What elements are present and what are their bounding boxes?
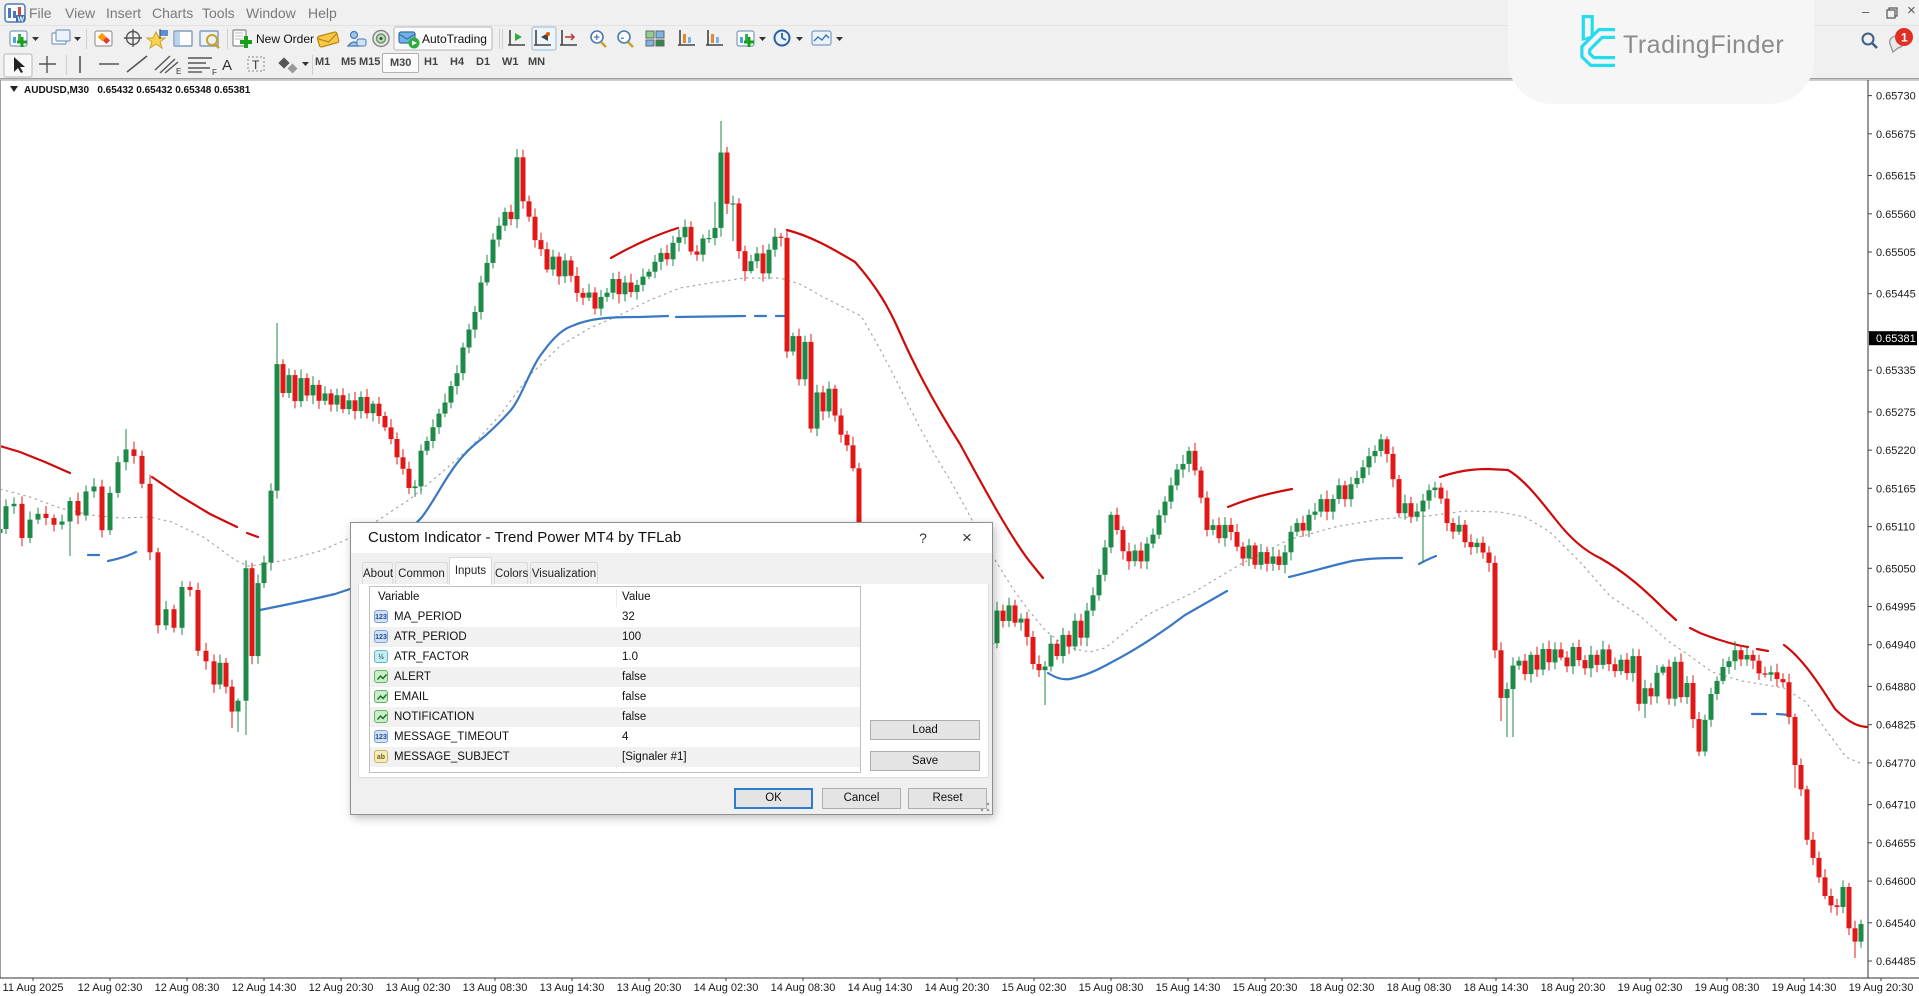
svg-text:New Order: New Order (256, 32, 314, 46)
svg-text:0.64540: 0.64540 (1876, 918, 1916, 930)
svg-text:12 Aug 14:30: 12 Aug 14:30 (232, 982, 297, 994)
svg-text:14 Aug 08:30: 14 Aug 08:30 (771, 982, 836, 994)
svg-text:0.64995: 0.64995 (1876, 602, 1916, 614)
svg-text:12 Aug 08:30: 12 Aug 08:30 (155, 982, 220, 994)
svg-text:18 Aug 14:30: 18 Aug 14:30 (1464, 982, 1529, 994)
svg-text:0.65730: 0.65730 (1876, 91, 1916, 103)
svg-text:19 Aug 20:30: 19 Aug 20:30 (1849, 982, 1914, 994)
svg-text:F: F (212, 68, 217, 77)
svg-text:13 Aug 02:30: 13 Aug 02:30 (386, 982, 451, 994)
svg-text:15 Aug 02:30: 15 Aug 02:30 (1002, 982, 1067, 994)
svg-text:E: E (176, 67, 181, 76)
svg-text:A: A (222, 57, 232, 74)
svg-text:15 Aug 20:30: 15 Aug 20:30 (1233, 982, 1298, 994)
svg-text:0.64880: 0.64880 (1876, 681, 1916, 693)
svg-text:0.65445: 0.65445 (1876, 289, 1916, 301)
svg-text:0.64770: 0.64770 (1876, 758, 1916, 770)
svg-text:12 Aug 20:30: 12 Aug 20:30 (309, 982, 374, 994)
svg-text:1: 1 (1901, 31, 1908, 45)
svg-text:+: + (594, 32, 600, 44)
svg-text:0.64600: 0.64600 (1876, 876, 1916, 888)
svg-text:T: T (252, 58, 260, 72)
svg-text:12 Aug 02:30: 12 Aug 02:30 (78, 982, 143, 994)
svg-text:TradingFinder: TradingFinder (1623, 31, 1784, 59)
svg-text:15 Aug 08:30: 15 Aug 08:30 (1079, 982, 1144, 994)
svg-text:0.64940: 0.64940 (1876, 640, 1916, 652)
svg-text:0.65220: 0.65220 (1876, 445, 1916, 457)
svg-text:0.65560: 0.65560 (1876, 209, 1916, 221)
svg-text:0.64655: 0.64655 (1876, 838, 1916, 850)
svg-text:0.64825: 0.64825 (1876, 720, 1916, 732)
svg-text:0.65275: 0.65275 (1876, 407, 1916, 419)
svg-text:0.64710: 0.64710 (1876, 800, 1916, 812)
svg-text:18 Aug 20:30: 18 Aug 20:30 (1541, 982, 1606, 994)
svg-text:0.65050: 0.65050 (1876, 563, 1916, 575)
svg-text:0.65110: 0.65110 (1876, 522, 1915, 534)
svg-text:0.65381: 0.65381 (1876, 333, 1916, 345)
svg-text:-: - (621, 32, 625, 44)
svg-text:AUDUSD,M30 0.65432 0.65432 0: AUDUSD,M30 0.65432 0.65432 0.65348 0.653… (24, 85, 251, 96)
svg-text:19 Aug 02:30: 19 Aug 02:30 (1618, 982, 1683, 994)
svg-text:19 Aug 14:30: 19 Aug 14:30 (1772, 982, 1837, 994)
svg-text:14 Aug 02:30: 14 Aug 02:30 (694, 982, 759, 994)
svg-text:11 Aug 2025: 11 Aug 2025 (3, 982, 64, 994)
svg-text:AutoTrading: AutoTrading (422, 32, 487, 46)
svg-text:15 Aug 14:30: 15 Aug 14:30 (1156, 982, 1221, 994)
svg-text:14 Aug 14:30: 14 Aug 14:30 (848, 982, 913, 994)
svg-text:0.64485: 0.64485 (1876, 956, 1916, 968)
svg-text:14 Aug 20:30: 14 Aug 20:30 (925, 982, 990, 994)
svg-text:0.65675: 0.65675 (1876, 129, 1916, 141)
svg-text:13 Aug 14:30: 13 Aug 14:30 (540, 982, 605, 994)
svg-text:18 Aug 02:30: 18 Aug 02:30 (1310, 982, 1375, 994)
svg-text:13 Aug 20:30: 13 Aug 20:30 (617, 982, 682, 994)
svg-text:0.65505: 0.65505 (1876, 247, 1916, 259)
svg-text:18 Aug 08:30: 18 Aug 08:30 (1387, 982, 1452, 994)
svg-text:13 Aug 08:30: 13 Aug 08:30 (463, 982, 528, 994)
svg-text:19 Aug 08:30: 19 Aug 08:30 (1695, 982, 1760, 994)
svg-text:0.65165: 0.65165 (1876, 483, 1916, 495)
svg-text:0.65615: 0.65615 (1876, 171, 1916, 183)
svg-text:0.65335: 0.65335 (1876, 365, 1916, 377)
